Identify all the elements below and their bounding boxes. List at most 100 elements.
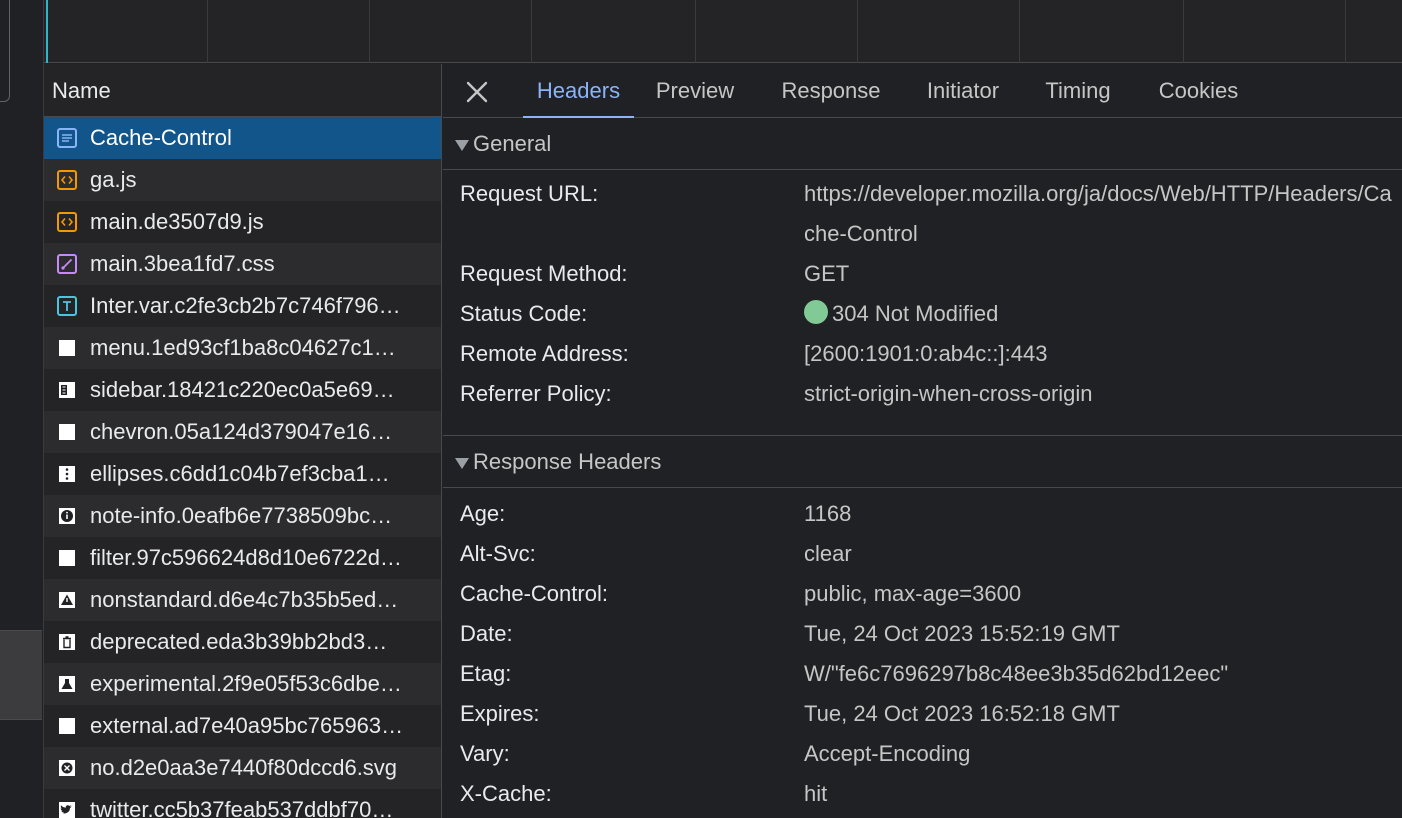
tab-preview[interactable]: Preview [648,64,742,118]
referrer-policy-value[interactable]: strict-origin-when-cross-origin [804,374,1402,414]
info-image-icon [56,505,78,527]
request-row[interactable]: deprecated.eda3b39bb2bd3… [44,621,441,663]
request-name: sidebar.18421c220ec0a5e69… [90,377,395,402]
header-name: Expires: [460,701,540,726]
image-icon [56,547,78,569]
request-name: deprecated.eda3b39bb2bd3… [90,629,388,654]
left-edge-block [0,630,42,720]
request-row[interactable]: menu.1ed93cf1ba8c04627c1… [44,327,441,369]
tab-timing[interactable]: Timing [1040,64,1116,118]
tab-initiator[interactable]: Initiator [919,64,1007,118]
twitter-image-icon [56,799,78,818]
request-row[interactable]: experimental.2f9e05f53c6dbe… [44,663,441,705]
request-row[interactable]: filter.97c596624d8d10e6722d… [44,537,441,579]
request-details-panel: Headers Preview Response Initiator Timin… [443,64,1402,818]
request-name: nonstandard.d6e4c7b35b5ed… [90,587,399,612]
header-row-alt-svc: Alt-Svc: clear [443,534,1402,574]
font-icon [56,295,78,317]
request-row[interactable]: Inter.var.c2fe3cb2b7c746f796… [44,285,441,327]
tab-response[interactable]: Response [773,64,889,118]
request-url-label: Request URL: [460,181,599,206]
ellipses-image-icon [56,463,78,485]
stylesheet-icon [56,253,78,275]
header-value[interactable]: Tue, 24 Oct 2023 16:52:18 GMT [804,694,1402,734]
header-row-x-cache: X-Cache: hit [443,774,1402,814]
timeline-gridline [1345,0,1346,63]
collapse-triangle-icon [455,458,469,469]
trash-image-icon [56,631,78,653]
close-icon[interactable] [463,78,491,106]
request-row[interactable]: no.d2e0aa3e7440f80dccd6.svg [44,747,441,789]
request-url-value[interactable]: https://developer.mozilla.org/ja/docs/We… [804,174,1402,254]
tab-cookies[interactable]: Cookies [1152,64,1245,118]
general-section-body: Request URL: https://developer.mozilla.o… [443,170,1402,435]
status-code-label: Status Code: [460,301,588,326]
timeline-gridline [369,0,370,63]
header-name: Cache-Control: [460,581,608,606]
status-code-value[interactable]: 304 Not Modified [832,301,998,326]
network-overview-timeline[interactable] [44,0,1402,63]
header-value[interactable]: 1168 [804,494,1402,534]
request-method-value[interactable]: GET [804,254,1402,294]
flask-image-icon [56,673,78,695]
timeline-gridline [695,0,696,63]
header-value[interactable]: clear [804,534,1402,574]
request-row[interactable]: ga.js [44,159,441,201]
request-row[interactable]: twitter.cc5b37feab537ddbf70… [44,789,441,818]
sidebar-image-icon [56,379,78,401]
request-name: note-info.0eafb6e7738509bc… [90,503,393,528]
header-value[interactable]: Tue, 24 Oct 2023 15:52:19 GMT [804,614,1402,654]
name-column-header[interactable]: Name [44,64,441,117]
request-row[interactable]: main.de3507d9.js [44,201,441,243]
request-name: menu.1ed93cf1ba8c04627c1… [90,335,396,360]
request-method-row: Request Method: GET [443,254,1402,294]
no-image-icon [56,757,78,779]
request-row[interactable]: external.ad7e40a95bc765963… [44,705,441,747]
header-row-vary: Vary: Accept-Encoding [443,734,1402,774]
general-section-header[interactable]: General [443,118,1402,170]
timeline-gridline [857,0,858,63]
request-name: experimental.2f9e05f53c6dbe… [90,671,402,696]
response-headers-section-body: Age: 1168 Alt-Svc: clear Cache-Control: … [443,488,1402,818]
request-name: ga.js [90,167,137,192]
request-row[interactable]: ellipses.c6dd1c04b7ef3cba1… [44,453,441,495]
header-value[interactable]: public, max-age=3600 [804,574,1402,614]
script-icon [56,211,78,233]
request-name: ellipses.c6dd1c04b7ef3cba1… [90,461,390,486]
request-row[interactable]: sidebar.18421c220ec0a5e69… [44,369,441,411]
header-value[interactable]: hit [804,774,1402,814]
request-name: Cache-Control [90,125,232,150]
header-row-age: Age: 1168 [443,494,1402,534]
request-row[interactable]: Cache-Control [44,117,441,159]
tab-headers[interactable]: Headers [523,64,634,119]
request-method-label: Request Method: [460,261,628,286]
request-url-row: Request URL: https://developer.mozilla.o… [443,174,1402,254]
general-section-title: General [473,131,552,156]
remote-address-value[interactable]: [2600:1901:0:ab4c::]:443 [804,334,1402,374]
left-edge-frame [0,0,10,102]
timeline-gridline [207,0,208,63]
request-name: main.de3507d9.js [90,209,264,234]
collapse-triangle-icon [455,140,469,151]
header-row-expires: Expires: Tue, 24 Oct 2023 16:52:18 GMT [443,694,1402,734]
request-name: filter.97c596624d8d10e6722d… [90,545,402,570]
request-row[interactable]: note-info.0eafb6e7738509bc… [44,495,441,537]
request-name: Inter.var.c2fe3cb2b7c746f796… [90,293,401,318]
request-name: external.ad7e40a95bc765963… [90,713,404,738]
request-name: no.d2e0aa3e7440f80dccd6.svg [90,755,398,780]
header-value[interactable]: W/"fe6c7696297b8c48ee3b35d62bd12eec" [804,654,1402,694]
left-edge-panel [0,0,44,818]
header-value[interactable]: Accept-Encoding [804,734,1402,774]
header-name: Age: [460,501,506,526]
timeline-gridline [531,0,532,63]
response-headers-section-header[interactable]: Response Headers [443,436,1402,488]
image-icon [56,337,78,359]
request-row[interactable]: chevron.05a124d379047e16… [44,411,441,453]
document-icon [56,127,78,149]
image-icon [56,421,78,443]
request-row[interactable]: nonstandard.d6e4c7b35b5ed… [44,579,441,621]
request-row[interactable]: main.3bea1fd7.css [44,243,441,285]
request-name: twitter.cc5b37feab537ddbf70… [90,797,394,818]
script-icon [56,169,78,191]
header-row-cache-control: Cache-Control: public, max-age=3600 [443,574,1402,614]
